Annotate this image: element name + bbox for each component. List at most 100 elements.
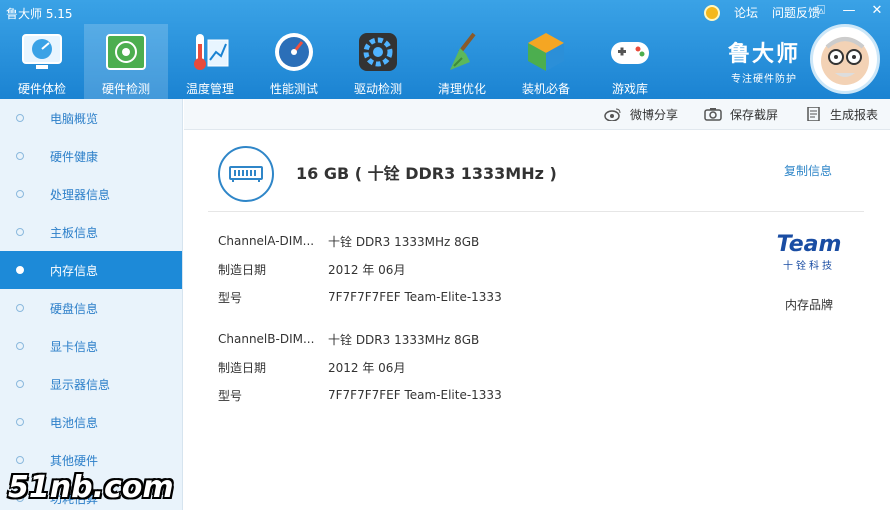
cube-icon xyxy=(524,30,568,74)
nav-label: 性能测试 xyxy=(269,82,318,96)
module-b: ChannelB-DIM... 十铨 DDR3 1333MHz 8GB 制造日期 2… xyxy=(218,325,502,409)
window-controls: ⍓ — ✕ xyxy=(814,3,884,18)
main-nav: 硬件体检 硬件检测 温度管理 性能测试 驱动检测 清理优化 装机必备 游戏库 xyxy=(0,24,672,99)
sidebar-item-motherboard[interactable]: 主板信息 xyxy=(0,213,182,251)
memory-total: 16 GB ( 十铨 DDR3 1333MHz ) xyxy=(296,164,557,183)
nav-hardware-check[interactable]: 硬件体检 xyxy=(0,24,84,99)
sidebar-item-overview[interactable]: 电脑概览 xyxy=(0,99,182,137)
header: 鲁大师 5.15 论坛 问题反馈 ⍓ — ✕ 硬件体检 硬件检测 温度管理 性能… xyxy=(0,0,890,99)
medal-icon[interactable] xyxy=(703,4,720,21)
model-label: 型号 xyxy=(218,388,243,403)
info-row: 制造日期 2012 年 06月 xyxy=(218,353,502,381)
sidebar-item-disk[interactable]: 硬盘信息 xyxy=(0,289,182,327)
ram-icon xyxy=(218,146,274,202)
broom-icon xyxy=(440,30,484,74)
mascot-avatar[interactable] xyxy=(810,24,880,94)
top-links: 论坛 问题反馈 xyxy=(703,4,820,21)
team-logo: Team 十铨科技 xyxy=(776,232,842,272)
weibo-share-button[interactable]: 微博分享 xyxy=(604,106,678,123)
nav-driver[interactable]: 驱动检测 xyxy=(336,24,420,99)
info-row: 型号 7F7F7F7FEF Team-Elite-1333 xyxy=(218,283,502,311)
sidebar-item-label: 处理器信息 xyxy=(50,187,111,202)
speedometer-icon xyxy=(272,30,316,74)
nav-label: 驱动检测 xyxy=(353,82,402,96)
close-button[interactable]: ✕ xyxy=(870,3,884,18)
date-value: 2012 年 06月 xyxy=(328,262,406,277)
slot-value: 十铨 DDR3 1333MHz 8GB xyxy=(328,332,480,347)
app-title: 鲁大师 5.15 xyxy=(6,7,73,21)
bullet-icon xyxy=(16,228,24,236)
slot-label: ChannelA-DIM... xyxy=(218,234,315,248)
nav-label: 硬件检测 xyxy=(101,82,150,96)
bullet-icon xyxy=(16,456,24,464)
memory-brand-caption: 内存品牌 xyxy=(784,298,833,312)
forum-link[interactable]: 论坛 xyxy=(734,4,758,21)
nav-label: 硬件体检 xyxy=(17,82,66,96)
camera-icon xyxy=(704,108,722,121)
bullet-icon xyxy=(16,152,24,160)
date-label: 制造日期 xyxy=(218,262,267,277)
model-label: 型号 xyxy=(218,290,243,305)
nav-hardware-detect[interactable]: 硬件检测 xyxy=(84,24,168,99)
sidebar-item-health[interactable]: 硬件健康 xyxy=(0,137,182,175)
generate-report-button[interactable]: 生成报表 xyxy=(804,106,878,123)
sidebar-item-label: 其他硬件 xyxy=(50,453,99,468)
sidebar-item-label: 内存信息 xyxy=(50,263,99,278)
slot-value: 十铨 DDR3 1333MHz 8GB xyxy=(328,234,480,249)
slot-label: ChannelB-DIM... xyxy=(218,332,315,346)
toolbar: 微博分享 保存截屏 生成报表 xyxy=(184,99,890,130)
sidebar-item-label: 硬盘信息 xyxy=(50,301,99,316)
sidebar-item-label: 主板信息 xyxy=(50,225,99,240)
bullet-icon xyxy=(16,380,24,388)
bullet-icon xyxy=(16,304,24,312)
model-value: 7F7F7F7FEF Team-Elite-1333 xyxy=(328,388,502,402)
info-row: 型号 7F7F7F7FEF Team-Elite-1333 xyxy=(218,381,502,409)
pin-icon[interactable]: ⍓ xyxy=(814,3,828,18)
copy-info-link[interactable]: 复制信息 xyxy=(784,162,832,179)
bullet-icon xyxy=(16,418,24,426)
watermark: 51nb.com xyxy=(8,470,174,505)
thermometer-icon xyxy=(188,30,232,74)
bullet-icon xyxy=(16,266,24,274)
sidebar: 电脑概览 硬件健康 处理器信息 主板信息 内存信息 硬盘信息 显卡信息 显示器信… xyxy=(0,99,183,510)
sidebar-item-memory[interactable]: 内存信息 xyxy=(0,251,182,289)
sidebar-item-label: 显卡信息 xyxy=(50,339,99,354)
nav-performance[interactable]: 性能测试 xyxy=(252,24,336,99)
nav-essentials[interactable]: 装机必备 xyxy=(504,24,588,99)
nav-label: 游戏库 xyxy=(611,82,648,96)
sidebar-item-monitor[interactable]: 显示器信息 xyxy=(0,365,182,403)
model-value: 7F7F7F7FEF Team-Elite-1333 xyxy=(328,290,502,304)
brand-name: 鲁大师 xyxy=(727,42,800,67)
date-label: 制造日期 xyxy=(218,360,267,375)
brand-slogan: 专注硬件防护 xyxy=(730,74,797,85)
sidebar-item-label: 电池信息 xyxy=(50,415,99,430)
report-label: 生成报表 xyxy=(829,107,878,122)
screenshot-label: 保存截屏 xyxy=(729,107,778,122)
dial-monitor-icon xyxy=(20,30,64,74)
info-row: ChannelB-DIM... 十铨 DDR3 1333MHz 8GB xyxy=(218,325,502,353)
date-value: 2012 年 06月 xyxy=(328,360,406,375)
feedback-link[interactable]: 问题反馈 xyxy=(772,4,820,21)
memory-summary: 16 GB ( 十铨 DDR3 1333MHz ) 复制信息 xyxy=(208,131,864,212)
nav-label: 清理优化 xyxy=(437,82,486,96)
team-logo-word: Team xyxy=(776,232,842,257)
minimize-button[interactable]: — xyxy=(842,3,856,18)
nav-temperature[interactable]: 温度管理 xyxy=(168,24,252,99)
sidebar-item-cpu[interactable]: 处理器信息 xyxy=(0,175,182,213)
info-row: 制造日期 2012 年 06月 xyxy=(218,255,502,283)
save-screenshot-button[interactable]: 保存截屏 xyxy=(704,106,778,123)
gear-driver-icon xyxy=(356,30,400,74)
module-a: ChannelA-DIM... 十铨 DDR3 1333MHz 8GB 制造日期 2… xyxy=(218,227,502,311)
sidebar-item-gpu[interactable]: 显卡信息 xyxy=(0,327,182,365)
bullet-icon xyxy=(16,114,24,122)
gamepad-icon xyxy=(608,30,652,74)
sidebar-item-battery[interactable]: 电池信息 xyxy=(0,403,182,441)
nav-games[interactable]: 游戏库 xyxy=(588,24,672,99)
nav-cleanup[interactable]: 清理优化 xyxy=(420,24,504,99)
info-row: ChannelA-DIM... 十铨 DDR3 1333MHz 8GB xyxy=(218,227,502,255)
sidebar-item-label: 硬件健康 xyxy=(50,149,99,164)
weibo-icon xyxy=(604,108,621,121)
sidebar-item-label: 电脑概览 xyxy=(50,111,99,126)
nav-label: 装机必备 xyxy=(521,82,570,96)
bullet-icon xyxy=(16,342,24,350)
